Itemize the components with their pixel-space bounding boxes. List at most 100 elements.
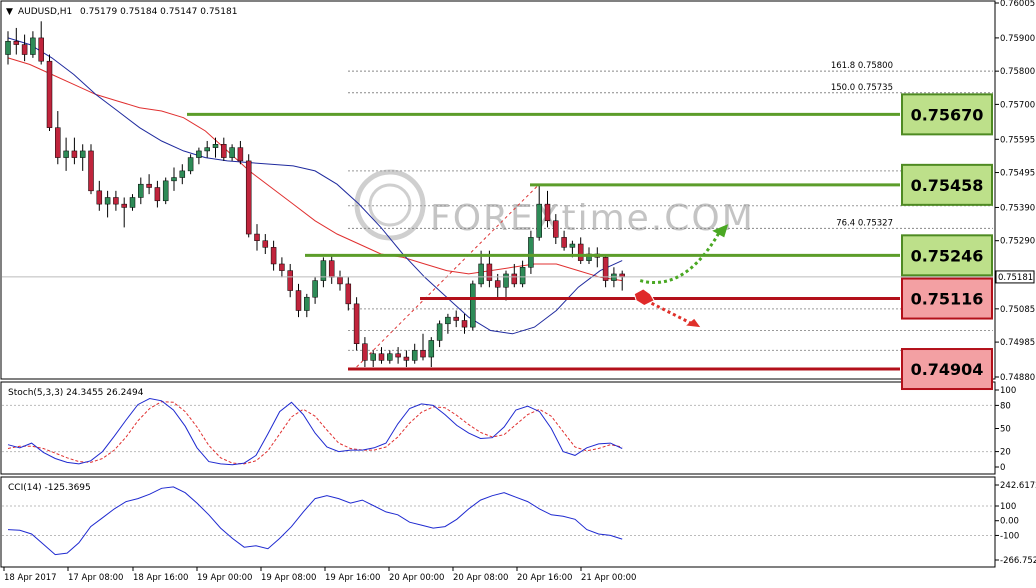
candle-body bbox=[470, 283, 476, 328]
candle-body bbox=[13, 40, 20, 45]
candle-body bbox=[221, 144, 227, 158]
time-tick-label: 21 Apr 00:00 bbox=[581, 573, 636, 583]
candle-body bbox=[113, 197, 119, 205]
cci-tick-label: -100 bbox=[1000, 531, 1019, 541]
candle-body bbox=[544, 203, 551, 222]
candle-body bbox=[179, 170, 186, 178]
candle-body bbox=[561, 237, 567, 248]
time-axis: 18 Apr 2017 17 Apr 08:00 18 Apr 16:00 19 Ap… bbox=[3, 567, 636, 583]
cci-tick-label: 100 bbox=[1000, 502, 1016, 512]
level-box-text: 0.74904 bbox=[911, 360, 984, 379]
candle-body bbox=[138, 183, 144, 198]
price-tick-label: 0.75900 bbox=[1000, 34, 1035, 44]
candle-body bbox=[395, 353, 401, 358]
fib-label: 76.4 0.75327 bbox=[836, 218, 893, 228]
candle-body bbox=[254, 233, 260, 241]
fib-label: 161.8 0.75800 bbox=[831, 61, 893, 71]
price-tick-label: 0.75800 bbox=[1000, 67, 1035, 77]
price-tick-label: 0.74880 bbox=[1000, 373, 1035, 383]
candle-body bbox=[30, 37, 36, 55]
candle-body bbox=[187, 157, 194, 172]
candle-body bbox=[279, 263, 285, 271]
candle-body bbox=[478, 263, 484, 285]
candle-body bbox=[104, 197, 111, 205]
time-tick-label: 20 Apr 08:00 bbox=[453, 573, 508, 583]
candle-body bbox=[577, 243, 584, 261]
candle-body bbox=[196, 150, 202, 158]
time-tick-label: 18 Apr 16:00 bbox=[133, 573, 188, 583]
candle-body bbox=[328, 260, 335, 278]
time-tick-label: 19 Apr 08:00 bbox=[261, 573, 316, 583]
price-tick-label: 0.75700 bbox=[1000, 100, 1035, 110]
mt4-chart[interactable]: FOREXtime.COM ▼ AUDUSD,H1 0.75179 0.7518… bbox=[0, 0, 1036, 588]
candle-body bbox=[38, 37, 44, 62]
candle-body bbox=[46, 60, 53, 128]
candle-body bbox=[270, 247, 277, 265]
level-box-text: 0.75116 bbox=[911, 290, 984, 309]
candle-body bbox=[154, 187, 161, 202]
candle-body bbox=[295, 290, 302, 311]
candle-body bbox=[362, 343, 368, 361]
candle-body bbox=[453, 316, 459, 321]
candle-body bbox=[146, 183, 152, 188]
price-tick-label: 0.75495 bbox=[1000, 169, 1035, 179]
candle-body bbox=[171, 177, 177, 182]
stoch-title: Stoch(5,3,3) 24.3455 26.2494 bbox=[8, 388, 144, 398]
time-tick-label: 20 Apr 00:00 bbox=[389, 573, 444, 583]
candle-body bbox=[494, 280, 501, 288]
stoch-tick-label: 50 bbox=[1000, 425, 1011, 435]
candle-body bbox=[287, 270, 293, 291]
candle-body bbox=[237, 147, 244, 162]
candle-body bbox=[229, 147, 235, 158]
cci-panel bbox=[0, 476, 996, 568]
candle-body bbox=[403, 356, 410, 361]
candle-body bbox=[387, 353, 393, 361]
price-tick-label: 0.75290 bbox=[1000, 237, 1035, 247]
stoch-tick-label: 0 bbox=[1000, 463, 1005, 473]
candle-body bbox=[569, 243, 576, 248]
chart-dropdown-icon[interactable]: ▼ bbox=[6, 7, 13, 17]
candle-body bbox=[79, 150, 86, 158]
time-tick-label: 18 Apr 2017 bbox=[4, 573, 57, 583]
current-price-label: 0.75181 bbox=[998, 273, 1033, 283]
ohlc-readout: 0.75179 0.75184 0.75147 0.75181 bbox=[80, 7, 237, 17]
candle-body bbox=[121, 203, 127, 208]
symbol-label: AUDUSD,H1 bbox=[18, 7, 72, 17]
cci-title: CCI(14) -125.3695 bbox=[8, 483, 91, 493]
candle-body bbox=[162, 180, 169, 202]
candle-body bbox=[63, 150, 69, 158]
candle-body bbox=[503, 273, 509, 288]
level-box-text: 0.75246 bbox=[911, 246, 984, 265]
price-tick-label: 0.76005 bbox=[1000, 0, 1035, 9]
level-box-text: 0.75670 bbox=[911, 105, 984, 124]
cci-tick-label: -266.7527 bbox=[1000, 556, 1036, 566]
candle-body bbox=[486, 263, 493, 281]
candle-body bbox=[528, 237, 534, 268]
candle-body bbox=[21, 44, 28, 55]
candle-body bbox=[370, 353, 376, 361]
candle-body bbox=[55, 127, 61, 158]
fib-label: 150.0 0.75735 bbox=[831, 83, 893, 93]
candle-body bbox=[320, 260, 327, 281]
candle-body bbox=[5, 40, 11, 55]
cci-tick-label: 0.00 bbox=[1000, 517, 1019, 527]
candle-body bbox=[428, 340, 435, 358]
candle-body bbox=[71, 150, 78, 158]
candle-body bbox=[312, 280, 318, 298]
price-axis: 0.76005 0.75900 0.75800 0.75700 0.75595 0.754… bbox=[995, 0, 1035, 383]
candle-body bbox=[304, 296, 310, 311]
candle-body bbox=[262, 240, 269, 248]
candle-body bbox=[88, 150, 94, 192]
price-tick-label: 0.74985 bbox=[1000, 338, 1035, 348]
stoch-tick-label: 80 bbox=[1000, 401, 1011, 411]
candle-body bbox=[461, 320, 468, 328]
candle-body bbox=[553, 220, 559, 238]
stoch-tick-label: 20 bbox=[1000, 448, 1011, 458]
time-tick-label: 20 Apr 16:00 bbox=[517, 573, 572, 583]
cci-tick-label: 242.6172 bbox=[1000, 481, 1036, 491]
price-tick-label: 0.75390 bbox=[1000, 203, 1035, 213]
level-box-text: 0.75458 bbox=[911, 176, 984, 195]
candle-body bbox=[353, 303, 360, 345]
stoch-panel bbox=[0, 381, 996, 475]
candle-body bbox=[420, 350, 426, 358]
